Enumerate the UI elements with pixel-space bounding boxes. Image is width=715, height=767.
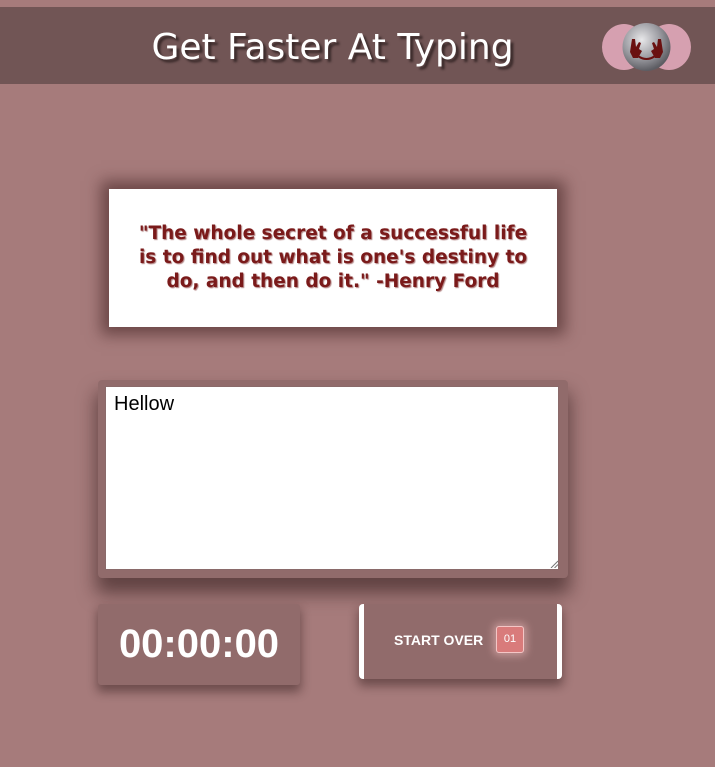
timer-box: 00:00:00 [98,604,300,685]
quote-box: "The whole secret of a successful life i… [109,189,557,327]
top-strip [0,0,715,7]
start-over-label: START OVER [394,632,484,648]
page-title: Get Faster At Typing [151,27,514,68]
app-header: Get Faster At Typing [0,7,715,84]
attempt-count-badge: 01 [496,626,524,653]
typing-area-wrapper [98,380,568,578]
quote-text: "The whole secret of a successful life i… [138,223,528,292]
timer-display: 00:00:00 [118,622,280,666]
hands-globe-logo-icon [602,23,691,71]
start-over-button[interactable]: START OVER 01 [359,604,562,679]
resize-grip-icon[interactable] [550,560,558,568]
typing-input[interactable] [105,386,559,570]
